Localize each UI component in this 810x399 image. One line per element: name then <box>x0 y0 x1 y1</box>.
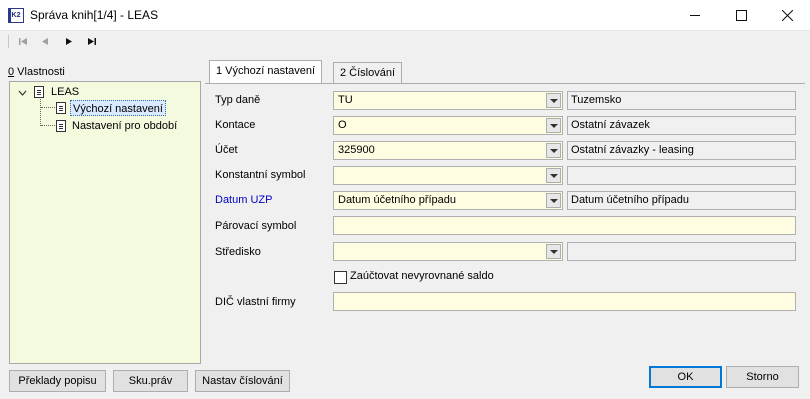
tree-item-default-settings[interactable]: Výchozí nastavení <box>70 100 166 116</box>
document-icon <box>56 102 66 114</box>
uzp-date-description: Datum účetního případu <box>567 191 796 210</box>
account-class-label: Kontace <box>215 119 256 131</box>
uzp-date-combo[interactable]: Datum účetního případu <box>333 191 563 210</box>
properties-label-text: Vlastnosti <box>14 66 65 78</box>
tab-default-settings[interactable]: 1 Výchozí nastavení <box>209 60 323 84</box>
ok-button[interactable]: OK <box>649 366 722 388</box>
account-class-combo[interactable]: O <box>333 116 563 135</box>
chevron-down-icon[interactable] <box>546 93 561 108</box>
account-label: Účet <box>215 144 238 156</box>
cost-center-label: Středisko <box>215 246 261 258</box>
app-icon-label: K2 <box>11 12 21 19</box>
tree-item-period-settings[interactable]: Nastavení pro období <box>72 118 177 134</box>
last-record-icon[interactable] <box>85 35 99 48</box>
account-combo[interactable]: 325900 <box>333 141 563 160</box>
window-title: Správa knih[1/4] - LEAS <box>30 8 159 22</box>
account-class-value: O <box>338 119 347 131</box>
account-description: Ostatní závazky - leasing <box>567 141 796 160</box>
tree-connector <box>41 125 55 126</box>
document-icon <box>34 86 44 98</box>
chevron-down-icon[interactable] <box>546 118 561 133</box>
account-class-description: Ostatní závazek <box>567 116 796 135</box>
maximize-icon[interactable] <box>718 0 764 31</box>
tax-type-label: Typ daně <box>215 94 261 106</box>
previous-record-icon[interactable] <box>38 35 52 48</box>
tree-connector <box>40 99 41 126</box>
close-icon[interactable] <box>764 0 810 31</box>
cost-center-description <box>567 242 796 261</box>
vat-id-input[interactable] <box>333 292 796 311</box>
uzp-date-value: Datum účetního případu <box>338 194 457 206</box>
pairing-symbol-input[interactable] <box>333 216 796 235</box>
navigation-toolbar <box>0 31 810 52</box>
tax-type-description: Tuzemsko <box>567 91 796 110</box>
chevron-down-icon[interactable] <box>546 244 561 259</box>
sku-rights-button[interactable]: Sku.práv <box>113 370 188 392</box>
properties-label: 0 Vlastnosti <box>8 66 65 78</box>
const-symbol-label: Konstantní symbol <box>215 169 306 181</box>
chevron-down-icon[interactable] <box>546 143 561 158</box>
translations-button[interactable]: Překlady popisu <box>9 370 106 392</box>
next-record-icon[interactable] <box>62 35 76 48</box>
properties-tree[interactable]: LEAS Výchozí nastavení Nastavení pro obd… <box>9 81 201 364</box>
document-icon <box>56 120 66 132</box>
const-symbol-description <box>567 166 796 185</box>
collapse-chevron-icon[interactable] <box>18 89 27 98</box>
title-bar: K2 Správa knih[1/4] - LEAS <box>0 0 810 31</box>
tab-panel-border <box>205 83 805 84</box>
minimize-icon[interactable] <box>672 0 718 31</box>
app-icon: K2 <box>8 8 24 23</box>
tree-connector <box>41 107 55 108</box>
tab-numbering[interactable]: 2 Číslování <box>333 62 403 84</box>
cancel-button[interactable]: Storno <box>726 366 799 388</box>
pairing-symbol-label: Párovací symbol <box>215 220 297 232</box>
toolbar-separator <box>8 35 9 48</box>
numbering-button[interactable]: Nastav číslování <box>195 370 290 392</box>
tax-type-combo[interactable]: TU <box>333 91 563 110</box>
account-value: 325900 <box>338 144 375 156</box>
unbalanced-saldo-label[interactable]: Zaúčtovat nevyrovnané saldo <box>350 270 494 282</box>
unbalanced-saldo-checkbox[interactable] <box>334 271 347 284</box>
uzp-date-label: Datum UZP <box>215 194 273 206</box>
const-symbol-combo[interactable] <box>333 166 563 185</box>
chevron-down-icon[interactable] <box>546 193 561 208</box>
tree-root-leas[interactable]: LEAS <box>51 84 79 100</box>
tax-type-value: TU <box>338 94 353 106</box>
cost-center-combo[interactable] <box>333 242 563 261</box>
chevron-down-icon[interactable] <box>546 168 561 183</box>
vat-id-label: DIČ vlastní firmy <box>215 296 296 308</box>
first-record-icon[interactable] <box>16 35 30 48</box>
